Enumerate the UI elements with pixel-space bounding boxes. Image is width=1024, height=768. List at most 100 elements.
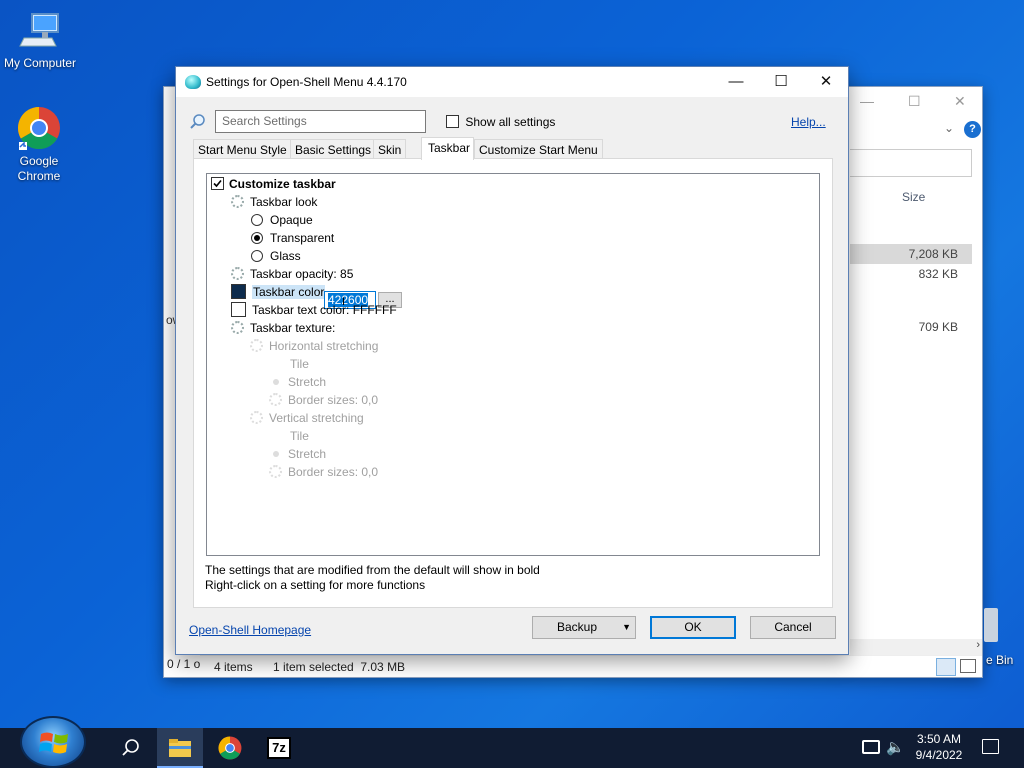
tree-item-transparent[interactable]: Transparent — [251, 229, 334, 247]
taskbar: 7z 🔈 3:50 AM 9/4/2022 — [0, 728, 1024, 768]
radio-button-selected[interactable] — [251, 232, 263, 244]
tab-skin[interactable]: Skin — [373, 139, 407, 160]
help-link[interactable]: Help... — [791, 115, 826, 129]
volume-icon[interactable]: 🔈 — [886, 738, 905, 756]
column-header-size[interactable]: Size — [902, 190, 925, 204]
clock-time[interactable]: 3:50 AM — [912, 732, 966, 746]
windows-logo-icon — [39, 732, 68, 754]
bullet-icon — [273, 451, 279, 457]
help-icon[interactable]: ? — [964, 121, 981, 138]
tree-item-stretch[interactable]: Stretch — [270, 373, 326, 391]
tab-start-menu-style[interactable]: Start Menu Style — [193, 139, 292, 160]
search-input[interactable]: Search Settings — [215, 110, 426, 133]
tree-item-taskbar-text-color[interactable]: Taskbar text color: FFFFFF — [231, 301, 397, 319]
bullet-icon — [273, 379, 279, 385]
folder-icon — [169, 739, 191, 757]
chevron-down-icon[interactable]: ⌄ — [944, 121, 954, 135]
7zip-icon: 7z — [267, 737, 291, 759]
backup-button[interactable]: Backup ▼ — [532, 616, 636, 639]
radio-button[interactable] — [251, 250, 263, 262]
taskbar-file-explorer[interactable] — [157, 728, 203, 768]
taskbar-chrome[interactable] — [207, 728, 253, 768]
minimize-icon[interactable]: — — [860, 93, 874, 109]
tree-item-tile[interactable]: Tile — [290, 355, 309, 373]
mouse-cursor-icon: I — [342, 296, 346, 308]
tab-customize-start-menu[interactable]: Customize Start Menu — [474, 139, 603, 160]
tree-item-border-sizes[interactable]: Border sizes: 0,0 — [269, 391, 378, 409]
settings-gear-icon — [231, 195, 244, 208]
tree-item-horizontal-stretching[interactable]: Horizontal stretching — [250, 337, 378, 355]
tab-basic-settings[interactable]: Basic Settings — [290, 139, 377, 160]
maximize-button[interactable]: ☐ — [758, 67, 804, 97]
settings-gear-icon — [231, 321, 244, 334]
recycle-bin-label: e Bin — [986, 653, 1014, 667]
tree-item-taskbar-texture[interactable]: Taskbar texture: — [231, 319, 335, 337]
tree-item-customize-taskbar[interactable]: Customize taskbar — [211, 175, 336, 193]
notification-icon[interactable] — [982, 739, 999, 754]
horizontal-scrollbar[interactable]: › — [850, 639, 982, 655]
tree-item-vertical-stretching[interactable]: Vertical stretching — [250, 409, 364, 427]
open-shell-icon — [185, 75, 201, 89]
table-row[interactable]: 709 KB — [850, 317, 972, 337]
checkbox-checked[interactable] — [211, 177, 224, 190]
clock-date[interactable]: 9/4/2022 — [910, 748, 968, 762]
maximize-icon[interactable]: ☐ — [908, 93, 921, 110]
show-all-settings-label: Show all settings — [465, 115, 556, 129]
settings-tree[interactable]: Customize taskbar Taskbar look Opaque Tr… — [206, 173, 820, 556]
cancel-button[interactable]: Cancel — [750, 616, 836, 639]
tab-taskbar[interactable]: Taskbar — [421, 137, 474, 160]
tree-item-opaque[interactable]: Opaque — [251, 211, 313, 229]
tree-item-taskbar-opacity[interactable]: Taskbar opacity: 85 — [231, 265, 353, 283]
minimize-button[interactable]: — — [713, 67, 759, 97]
settings-gear-icon — [250, 411, 263, 424]
chrome-icon — [17, 106, 61, 150]
tree-item-stretch[interactable]: Stretch — [270, 445, 326, 463]
tree-item-taskbar-look[interactable]: Taskbar look — [231, 193, 317, 211]
checkbox-box[interactable] — [446, 115, 459, 128]
computer-icon — [18, 8, 62, 52]
tree-item-tile[interactable]: Tile — [290, 427, 309, 445]
chevron-right-icon[interactable]: › — [976, 639, 980, 651]
explorer-search-box[interactable] — [850, 149, 972, 177]
ok-button[interactable]: OK — [650, 616, 736, 639]
explorer-statusbar: 4 items 1 item selected 7.03 MB — [200, 655, 982, 677]
table-row[interactable]: 7,208 KB — [850, 244, 972, 264]
start-button[interactable] — [20, 716, 86, 768]
chrome-icon — [218, 736, 242, 760]
details-view-icon[interactable] — [936, 658, 956, 676]
taskbar-7zip[interactable]: 7z — [256, 728, 302, 768]
desktop-icon-label: My Computer — [3, 56, 77, 70]
tree-item-taskbar-color[interactable]: Taskbar color — [231, 283, 326, 301]
left-status-fragment: 0 / 1 o — [167, 657, 201, 671]
desktop-icon-my-computer[interactable]: My Computer — [0, 8, 80, 70]
table-row[interactable]: 832 KB — [850, 264, 972, 284]
dialog-titlebar: Settings for Open-Shell Menu 4.4.170 — ☐… — [176, 67, 848, 97]
open-shell-homepage-link[interactable]: Open-Shell Homepage — [189, 623, 311, 637]
search-button[interactable] — [108, 728, 154, 768]
hint-bold-settings: The settings that are modified from the … — [205, 563, 540, 577]
tree-item-border-sizes[interactable]: Border sizes: 0,0 — [269, 463, 378, 481]
desktop-icon-label: Google Chrome — [17, 154, 61, 183]
network-icon[interactable] — [862, 740, 880, 754]
close-icon[interactable]: ✕ — [954, 93, 966, 110]
settings-dialog: Settings for Open-Shell Menu 4.4.170 — ☐… — [175, 66, 849, 655]
close-button[interactable]: ✕ — [803, 67, 849, 97]
color-swatch[interactable] — [231, 302, 246, 317]
desktop-icon-google-chrome[interactable]: Google Chrome — [0, 106, 79, 184]
status-item-count: 4 items — [214, 660, 253, 674]
status-selection: 1 item selected 7.03 MB — [273, 660, 406, 674]
show-all-settings-checkbox[interactable]: Show all settings — [446, 115, 555, 129]
dropdown-arrow-icon: ▼ — [622, 622, 631, 632]
settings-gear-icon — [269, 393, 282, 406]
settings-gear-icon — [269, 465, 282, 478]
settings-gear-icon — [231, 267, 244, 280]
settings-gear-icon — [250, 339, 263, 352]
color-swatch[interactable] — [231, 284, 246, 299]
taskbar-tab-panel: Customize taskbar Taskbar look Opaque Tr… — [193, 158, 833, 608]
hint-right-click: Right-click on a setting for more functi… — [205, 578, 426, 592]
search-icon — [189, 113, 207, 131]
radio-button[interactable] — [251, 214, 263, 226]
recycle-bin-icon[interactable] — [984, 608, 998, 642]
large-icons-view-icon[interactable] — [960, 659, 976, 673]
tree-item-glass[interactable]: Glass — [251, 247, 301, 265]
